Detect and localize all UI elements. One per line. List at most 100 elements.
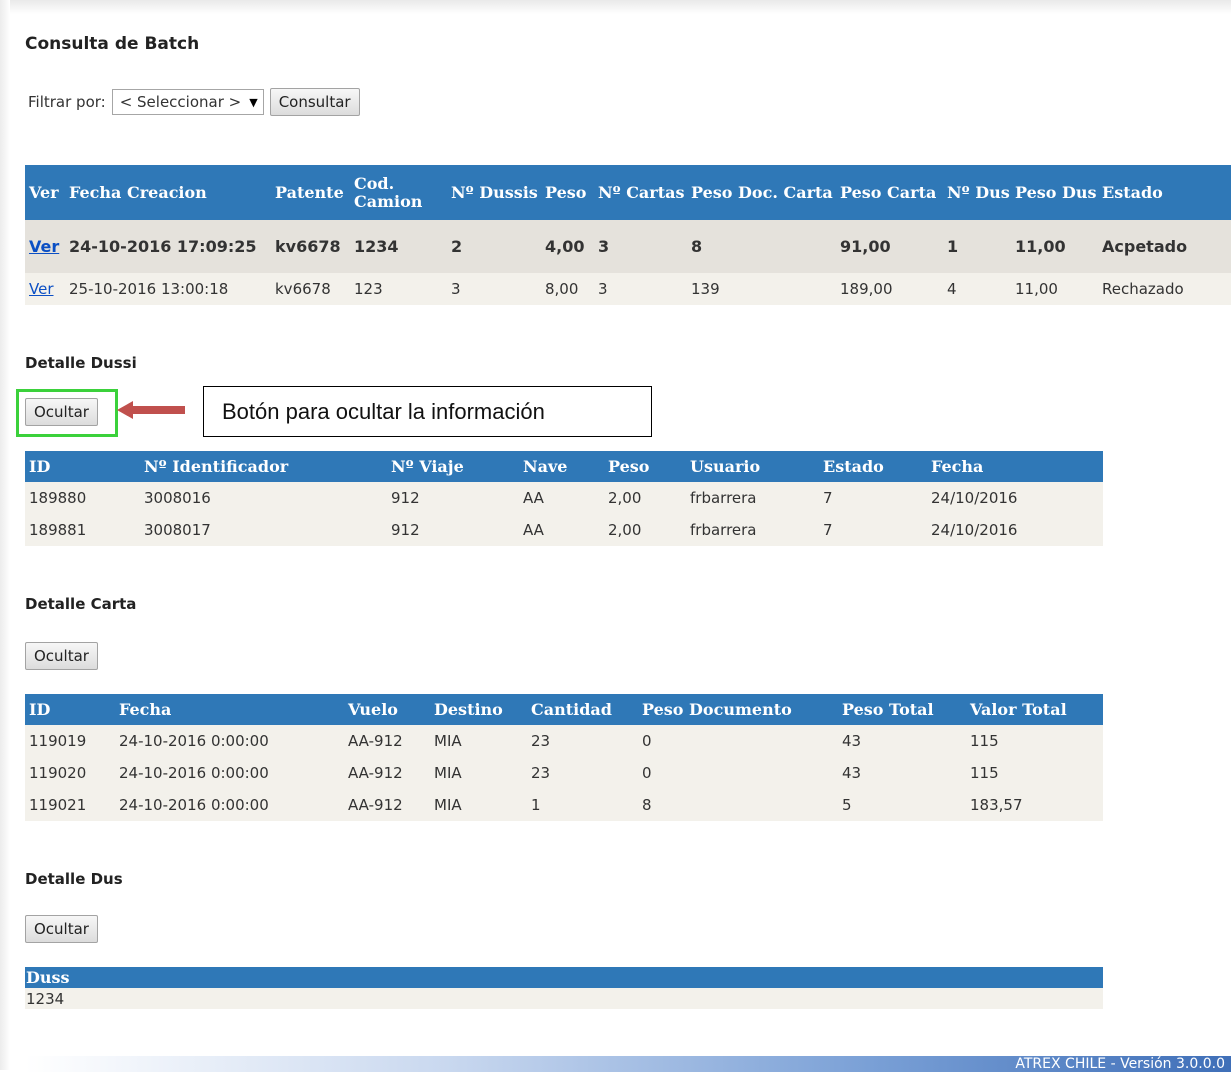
table-row-selected[interactable]: Ver 24-10-2016 17:09:25 kv6678 1234 2 4,… — [25, 220, 1231, 273]
carta-table: ID Fecha Vuelo Destino Cantidad Peso Doc… — [25, 694, 1103, 821]
table-cell: 0 — [638, 725, 838, 757]
table-cell: 123 — [350, 273, 447, 305]
table-cell: AA-912 — [344, 725, 430, 757]
table-cell: 23 — [527, 757, 638, 789]
table-cell: 189881 — [25, 514, 140, 546]
dussi-table-header: ID Nº Identificador Nº Viaje Nave Peso U… — [25, 451, 1103, 482]
table-cell: 2,00 — [604, 514, 686, 546]
table-cell: 24-10-2016 0:00:00 — [115, 789, 344, 821]
table-cell: 2,00 — [604, 482, 686, 514]
dussi-table: ID Nº Identificador Nº Viaje Nave Peso U… — [25, 451, 1103, 546]
table-cell: 119019 — [25, 725, 115, 757]
col-header: Estado — [1098, 165, 1231, 220]
batch-table: Ver Fecha Creacion Patente Cod. Camion N… — [25, 165, 1231, 305]
table-cell: 189880 — [25, 482, 140, 514]
ver-link[interactable]: Ver — [29, 237, 59, 256]
ocultar-carta-button[interactable]: Ocultar — [25, 642, 98, 670]
table-row: 189880 3008016 912 AA 2,00 frbarrera 7 2… — [25, 482, 1103, 514]
carta-table-header: ID Fecha Vuelo Destino Cantidad Peso Doc… — [25, 694, 1103, 725]
col-header: Patente — [271, 165, 350, 220]
batch-table-header: Ver Fecha Creacion Patente Cod. Camion N… — [25, 165, 1231, 220]
table-cell: frbarrera — [686, 482, 819, 514]
ocultar-dus-button[interactable]: Ocultar — [25, 915, 98, 943]
arrow-left-icon — [117, 401, 185, 419]
table-cell: AA — [519, 514, 604, 546]
table-cell: AA — [519, 482, 604, 514]
dus-table: Duss 1234 — [25, 967, 1103, 1009]
table-row[interactable]: Ver 25-10-2016 13:00:18 kv6678 123 3 8,0… — [25, 273, 1231, 305]
callout-box: Botón para ocultar la información — [203, 386, 652, 437]
table-cell: AA-912 — [344, 789, 430, 821]
col-header: Nº Cartas — [594, 165, 687, 220]
table-cell: 139 — [687, 273, 836, 305]
ocultar-dussi-button[interactable]: Ocultar — [25, 398, 98, 426]
table-cell: MIA — [430, 757, 527, 789]
table-cell: 4 — [943, 273, 1011, 305]
table-cell: 912 — [387, 514, 519, 546]
col-header: Nº Viaje — [387, 451, 519, 482]
table-cell: 5 — [838, 789, 966, 821]
ver-link[interactable]: Ver — [29, 280, 54, 298]
col-header: Fecha — [115, 694, 344, 725]
col-header: Cod. Camion — [350, 165, 447, 220]
table-cell: 24-10-2016 0:00:00 — [115, 725, 344, 757]
col-header: Vuelo — [344, 694, 430, 725]
col-header: Valor Total — [966, 694, 1103, 725]
table-cell: 24-10-2016 17:09:25 — [65, 220, 271, 273]
table-cell: Rechazado — [1098, 273, 1231, 305]
table-cell: 23 — [527, 725, 638, 757]
col-header: Nº Identificador — [140, 451, 387, 482]
table-cell: 1 — [943, 220, 1011, 273]
table-cell: 91,00 — [836, 220, 943, 273]
detalle-dus-title: Detalle Dus — [25, 870, 123, 888]
table-cell: 4,00 — [541, 220, 594, 273]
col-header: Peso Dus — [1011, 165, 1098, 220]
col-header: Usuario — [686, 451, 819, 482]
col-header: Peso Documento — [638, 694, 838, 725]
detalle-carta-title: Detalle Carta — [25, 595, 137, 613]
frame-left-shadow — [0, 0, 10, 1070]
table-cell: 8 — [687, 220, 836, 273]
table-cell: 1234 — [25, 988, 1103, 1009]
table-cell: 43 — [838, 757, 966, 789]
detalle-dussi-title: Detalle Dussi — [25, 354, 137, 372]
col-header: Fecha Creacion — [65, 165, 271, 220]
col-header: Fecha — [927, 451, 1103, 482]
table-cell: AA-912 — [344, 757, 430, 789]
table-cell: 7 — [819, 482, 927, 514]
col-header: Nave — [519, 451, 604, 482]
filter-select[interactable]: < Seleccionar > ▼ — [111, 89, 264, 115]
callout-text: Botón para ocultar la información — [222, 398, 545, 424]
table-row: 1234 — [25, 988, 1103, 1009]
table-cell: 24/10/2016 — [927, 482, 1103, 514]
table-cell: 119020 — [25, 757, 115, 789]
table-cell: frbarrera — [686, 514, 819, 546]
table-cell: 24/10/2016 — [927, 514, 1103, 546]
table-cell: 1234 — [350, 220, 447, 273]
table-cell: 7 — [819, 514, 927, 546]
col-header: ID — [25, 694, 115, 725]
table-cell: 3 — [447, 273, 541, 305]
dropdown-arrow-icon: ▼ — [249, 95, 258, 109]
table-cell: 119021 — [25, 789, 115, 821]
filter-select-value: < Seleccionar > — [119, 93, 242, 111]
dus-table-header: Duss — [25, 967, 1103, 988]
col-header: Ver — [25, 165, 65, 220]
filter-label: Filtrar por: — [28, 93, 106, 111]
filter-row: Filtrar por: < Seleccionar > ▼ Consultar — [28, 87, 360, 117]
table-cell: Acpetado — [1098, 220, 1231, 273]
table-cell: 3008016 — [140, 482, 387, 514]
table-cell: 183,57 — [966, 789, 1103, 821]
col-header: Duss — [25, 967, 1103, 988]
table-cell: 3 — [594, 220, 687, 273]
col-header: ID — [25, 451, 140, 482]
table-cell: 115 — [966, 725, 1103, 757]
col-header: Peso Carta — [836, 165, 943, 220]
col-header: Peso Doc. Carta — [687, 165, 836, 220]
table-cell: 24-10-2016 0:00:00 — [115, 757, 344, 789]
table-row: 119021 24-10-2016 0:00:00 AA-912 MIA 1 8… — [25, 789, 1103, 821]
table-cell: 912 — [387, 482, 519, 514]
consultar-button[interactable]: Consultar — [269, 88, 360, 116]
table-cell: MIA — [430, 789, 527, 821]
table-cell: 115 — [966, 757, 1103, 789]
